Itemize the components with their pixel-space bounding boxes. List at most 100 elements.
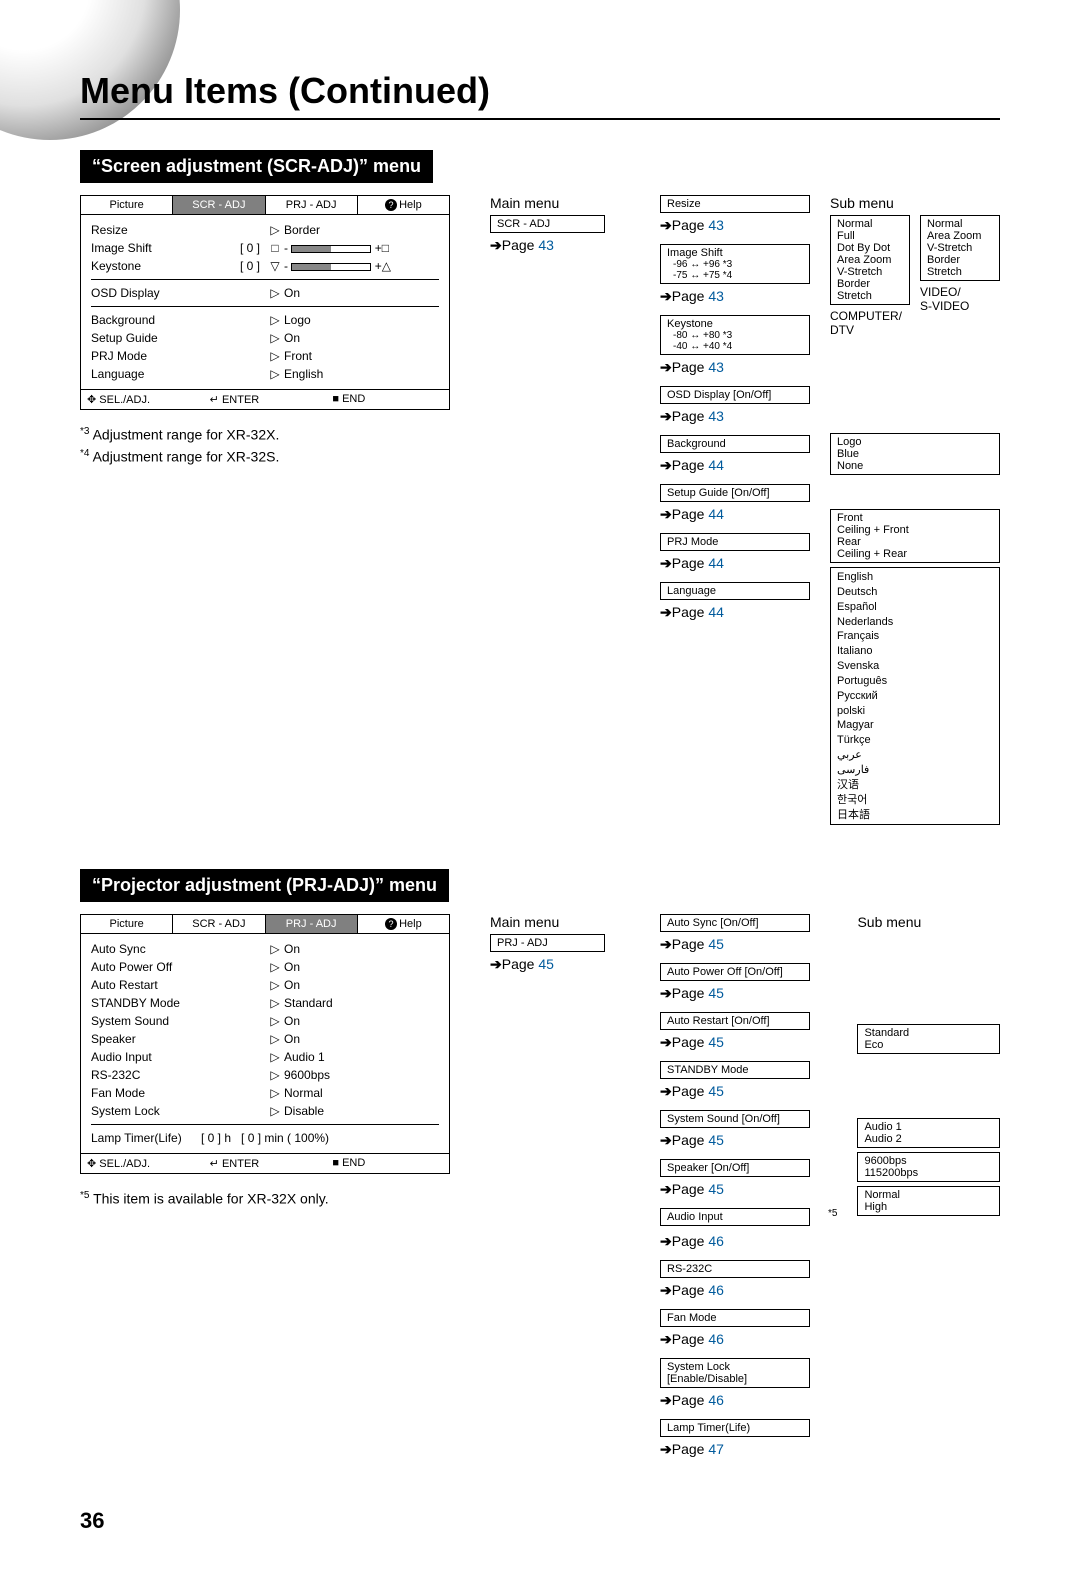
tree-item-box: Speaker [On/Off] [660, 1159, 810, 1177]
page-link: ➔Page 43 [660, 408, 810, 425]
osd-value: Audio 1 [284, 1050, 439, 1064]
tree-item-box: Auto Sync [On/Off] [660, 914, 810, 932]
end-icon: ■ [332, 393, 339, 405]
page-number: 36 [80, 1508, 1000, 1534]
tree-item-box: Language [660, 582, 810, 600]
arrow-icon: ▷ [266, 1032, 284, 1046]
osd-label: Auto Sync [91, 942, 186, 956]
osd-label: Auto Restart [91, 978, 186, 992]
page-link: ➔Page 44 [660, 604, 810, 621]
sub-list: FrontCeiling + FrontRearCeiling + Rear [830, 509, 1000, 563]
prj-adj-section: Picture SCR - ADJ PRJ - ADJ ?Help Auto S… [80, 914, 1000, 1468]
end-icon: ■ [332, 1157, 339, 1169]
prj-footnotes: *5 This item is available for XR-32X onl… [80, 1188, 450, 1210]
osd-label: Auto Power Off [91, 960, 186, 974]
enter-icon: ↵ [210, 1158, 219, 1170]
prj-osd-box: Picture SCR - ADJ PRJ - ADJ ?Help Auto S… [80, 914, 450, 1174]
page-link: ➔Page 45 [660, 1181, 837, 1198]
page-link: ➔Page 45 [490, 956, 640, 973]
osd-label: Background [91, 313, 186, 327]
page-link: ➔Page 45 [660, 1132, 837, 1149]
tree-item-box: Auto Power Off [On/Off] [660, 963, 810, 981]
page-link: ➔Page 46 [660, 1233, 837, 1250]
tree-item-box: Background [660, 435, 810, 453]
arrow-icon: ▷ [266, 996, 284, 1010]
main-menu-label: Main menu [490, 195, 640, 211]
osd-label: Fan Mode [91, 1086, 186, 1100]
osd-tab-prj-adj: PRJ - ADJ [266, 196, 358, 214]
osd-tab-scr-adj: SCR - ADJ [173, 915, 265, 933]
osd-label: System Sound [91, 1014, 186, 1028]
arrow-icon: ▷ [266, 1104, 284, 1118]
footnote-ref: *5 [828, 1208, 837, 1219]
page-link: ➔Page 44 [660, 506, 810, 523]
page-link: ➔Page 43 [660, 288, 810, 305]
tree-item-box: STANDBY Mode [660, 1061, 810, 1079]
page-link: ➔Page 45 [660, 936, 837, 953]
page-link: ➔Page 47 [660, 1441, 837, 1458]
tree-item-box: Audio Input [660, 1208, 810, 1226]
arrow-icon: ▷ [266, 978, 284, 992]
osd-tab-help: ?Help [358, 915, 449, 933]
sub-note: VIDEO/S-VIDEO [920, 285, 1000, 313]
sub-list: NormalHigh [857, 1186, 1000, 1216]
osd-tab-prj-adj: PRJ - ADJ [266, 915, 358, 933]
page-link: ➔Page 45 [660, 1083, 837, 1100]
osd-label: System Lock [91, 1104, 186, 1118]
page-link: ➔Page 46 [660, 1331, 837, 1348]
osd-tab-help: ?Help [358, 196, 449, 214]
osd-value: On [284, 978, 439, 992]
tree-main-box: PRJ - ADJ [490, 934, 605, 952]
tree-item-box: Keystone-80 ↔ +80 *3-40 ↔ +40 *4 [660, 315, 810, 355]
osd-value: On [284, 1032, 439, 1046]
help-icon: ? [385, 918, 397, 930]
arrow-icon: ▷ [266, 223, 284, 237]
arrow-icon: ▷ [266, 942, 284, 956]
sub-list: 9600bps115200bps [857, 1152, 1000, 1182]
tree-item-box: Fan Mode [660, 1309, 810, 1327]
sub-list: NormalFullDot By DotArea ZoomV-StretchBo… [830, 215, 910, 305]
osd-tab-picture: Picture [81, 196, 173, 214]
sub-note: COMPUTER/DTV [830, 309, 910, 337]
osd-label: Image Shift [91, 241, 186, 255]
arrow-icon: ▷ [266, 1014, 284, 1028]
help-icon: ? [385, 199, 397, 211]
arrow-icon: ▷ [266, 960, 284, 974]
sub-list: LogoBlueNone [830, 433, 1000, 475]
sub-menu-label: Sub menu [857, 914, 1000, 930]
osd-label: Lamp Timer(Life) [91, 1131, 201, 1145]
page-link: ➔Page 44 [660, 555, 810, 572]
sel-adj-icon: ✥ [87, 1158, 96, 1170]
arrow-icon: ▷ [266, 286, 284, 300]
osd-value: On [284, 1014, 439, 1028]
arrow-icon: ▷ [266, 1086, 284, 1100]
tree-item-box: Image Shift-96 ↔ +96 *3-75 ↔ +75 *4 [660, 244, 810, 284]
arrow-icon: ▷ [266, 1068, 284, 1082]
tree-item-box: System Lock[Enable/Disable] [660, 1358, 810, 1388]
tree-item-box: Lamp Timer(Life) [660, 1419, 810, 1437]
osd-label: Speaker [91, 1032, 186, 1046]
osd-label: RS-232C [91, 1068, 186, 1082]
page-link: ➔Page 46 [660, 1282, 837, 1299]
tree-item-box: Auto Restart [On/Off] [660, 1012, 810, 1030]
sub-list: NormalArea ZoomV-StretchBorderStretch [920, 215, 1000, 281]
osd-label: OSD Display [91, 286, 186, 300]
page-link: ➔Page 44 [660, 457, 810, 474]
osd-value: Standard [284, 996, 439, 1010]
osd-label: Keystone [91, 259, 186, 273]
sub-list: Audio 1Audio 2 [857, 1118, 1000, 1148]
page-link: ➔Page 46 [660, 1392, 837, 1409]
tree-item-box: OSD Display [On/Off] [660, 386, 810, 404]
sub-list: StandardEco [857, 1024, 1000, 1054]
osd-tab-picture: Picture [81, 915, 173, 933]
page-link: ➔Page 45 [660, 1034, 837, 1051]
osd-label: Audio Input [91, 1050, 186, 1064]
page-link: ➔Page 43 [660, 217, 810, 234]
page-title: Menu Items (Continued) [80, 70, 1000, 112]
page-link: ➔Page 45 [660, 985, 837, 1002]
osd-label: Resize [91, 223, 186, 237]
tree-item-box: Setup Guide [On/Off] [660, 484, 810, 502]
title-rule [80, 118, 1000, 120]
main-menu-label: Main menu [490, 914, 640, 930]
scr-adj-header: “Screen adjustment (SCR-ADJ)” menu [80, 150, 433, 183]
